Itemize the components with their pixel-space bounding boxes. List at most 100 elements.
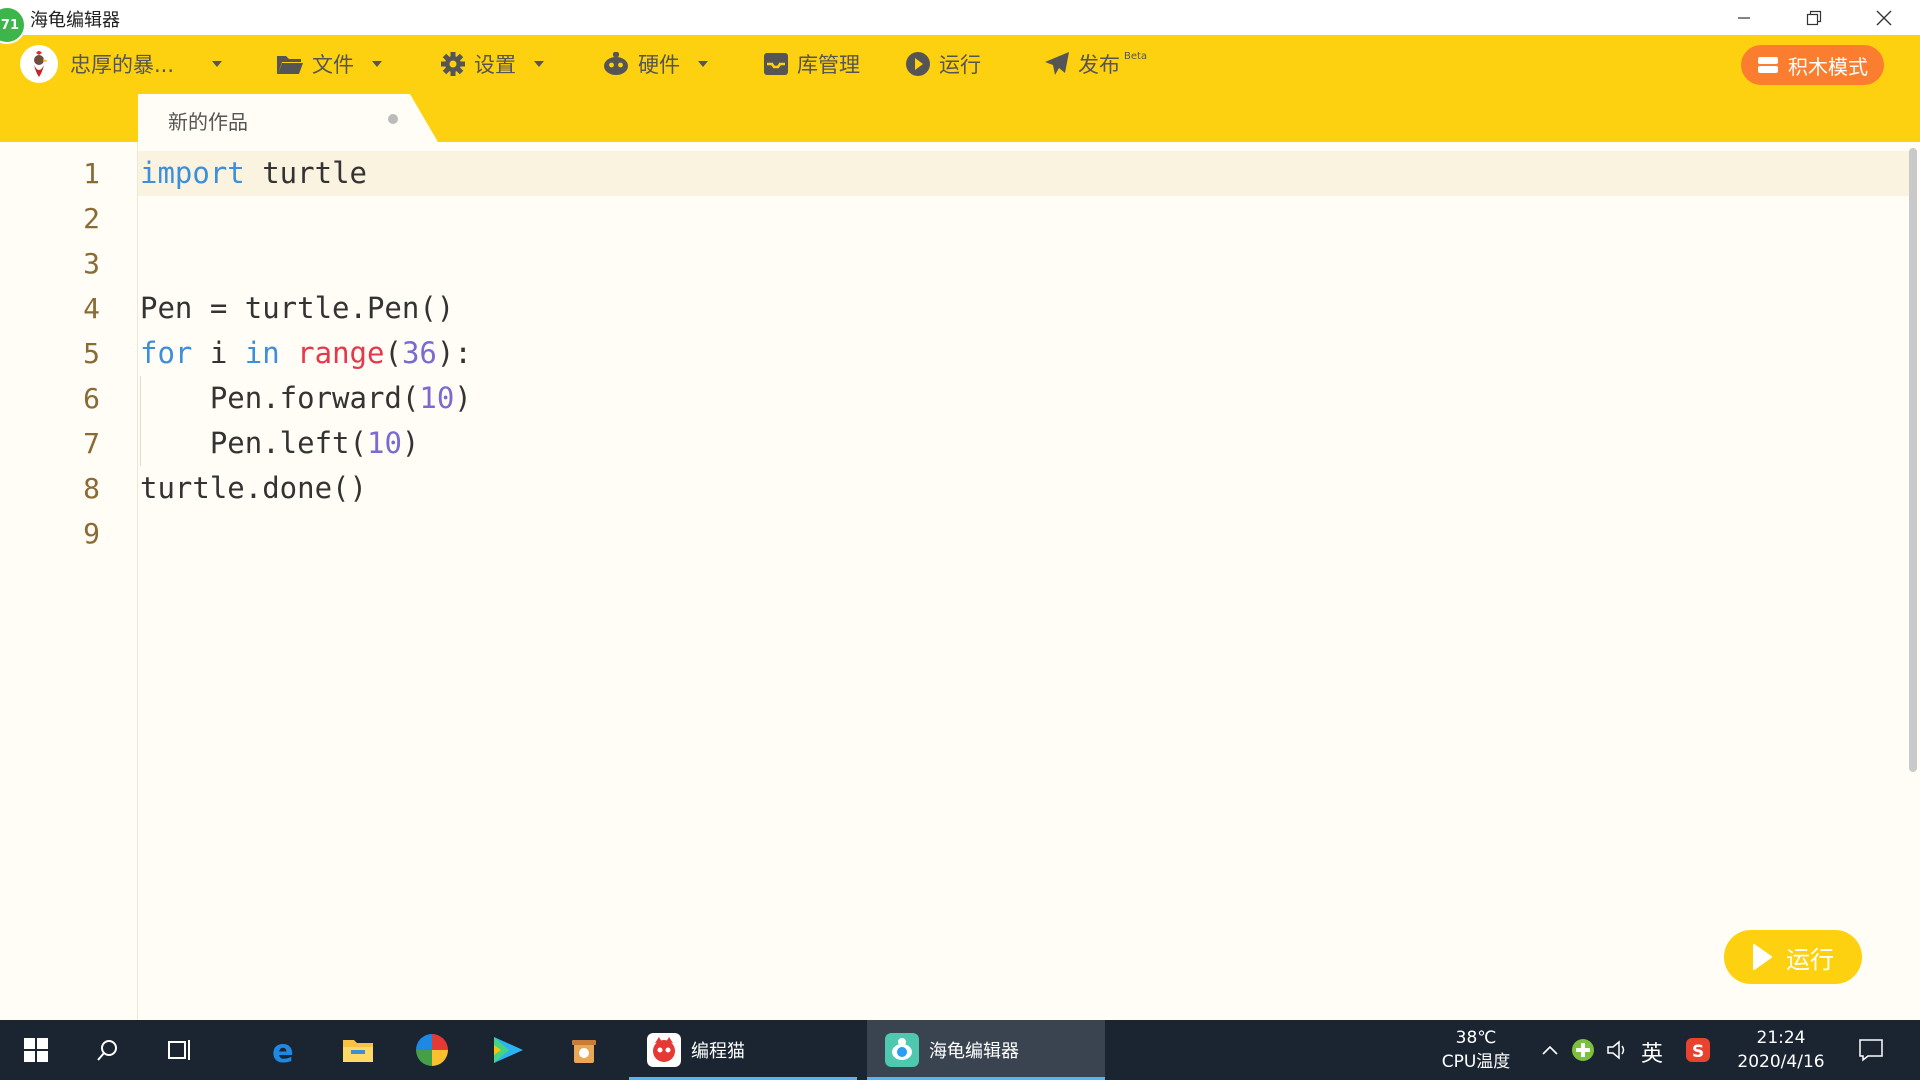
hardware-menu[interactable]: 硬件 (602, 48, 708, 80)
user-menu[interactable]: 忠厚的暴... (70, 48, 223, 80)
paper-plane-icon (1045, 52, 1069, 75)
settings-menu-label: 设置 (474, 53, 516, 77)
cpu-temp-label: CPU温度 (1441, 1052, 1511, 1072)
windows-taskbar: e 编程猫 海龟编辑器 38℃ CPU温度 英 S 21:24 2020/4/1… (0, 1020, 1920, 1080)
taskbar-explorer[interactable] (338, 1030, 378, 1070)
taskbar-app-label: 编程猫 (691, 1041, 745, 1062)
code-token: Pen.forward( (140, 381, 420, 415)
tab-new-project[interactable]: 新的作品 (138, 94, 438, 142)
windows-logo-icon (24, 1038, 48, 1062)
blocks-icon (1758, 57, 1778, 73)
library-manager-button[interactable]: 库管理 (763, 48, 860, 80)
recycle-bin-app-icon (572, 1040, 596, 1063)
tray-app-plus[interactable] (1563, 1030, 1603, 1070)
code-token: 36 (401, 336, 437, 370)
taskbar-app-label: 海龟编辑器 (929, 1041, 1019, 1062)
minimize-button[interactable] (1709, 0, 1779, 35)
action-center-button[interactable] (1851, 1030, 1891, 1070)
run-button[interactable]: 运行 (1724, 930, 1862, 984)
play-icon (1753, 944, 1772, 970)
pinwheel-app-icon (416, 1034, 448, 1066)
block-mode-label: 积木模式 (1788, 54, 1868, 79)
taskbar-video-player[interactable] (488, 1030, 528, 1070)
window-title: 海龟编辑器 (30, 10, 120, 31)
clock-date: 2020/4/16 (1737, 1052, 1825, 1072)
line-number: 9 (83, 517, 100, 550)
code-token: for (140, 336, 193, 370)
taskbar-search-button[interactable] (88, 1030, 128, 1070)
start-button[interactable] (16, 1030, 56, 1070)
sogou-icon: S (1686, 1038, 1710, 1062)
chevron-down-icon (534, 61, 544, 67)
user-name: 忠厚的暴... (70, 53, 175, 77)
code-token: 10 (366, 426, 402, 460)
code-line[interactable]: Pen.forward(10) (140, 376, 472, 421)
taskbar-edge[interactable]: e (265, 1030, 305, 1070)
beta-tag: Beta (1124, 50, 1148, 62)
line-number: 4 (83, 292, 100, 325)
line-number-gutter: 1 2 3 4 5 6 7 8 9 (0, 142, 138, 1020)
svg-text:S: S (1692, 1042, 1704, 1062)
code-line[interactable]: import turtle (140, 151, 367, 196)
cpu-temperature[interactable]: 38℃ CPU温度 (1436, 1026, 1516, 1074)
publish-button[interactable]: 发布 Beta (1044, 48, 1147, 80)
code-token: in (244, 336, 280, 370)
chevron-down-icon (698, 61, 708, 67)
green-plus-icon (1572, 1039, 1594, 1061)
code-token: range (297, 336, 385, 370)
video-player-icon (494, 1037, 523, 1063)
input-method-indicator[interactable]: 英 (1641, 1036, 1663, 1068)
restore-button[interactable] (1779, 0, 1849, 35)
close-button[interactable] (1849, 0, 1919, 35)
code-token: ) (401, 426, 420, 460)
folder-icon (277, 56, 303, 74)
folder-icon (343, 1040, 373, 1062)
close-icon (1876, 10, 1892, 25)
vertical-scrollbar[interactable] (1909, 148, 1917, 772)
taskbar-app-turtle-editor[interactable]: 海龟编辑器 (867, 1020, 1105, 1080)
code-line[interactable]: for i in range(36): (140, 331, 472, 376)
active-line-highlight (138, 151, 1910, 196)
turtle-editor-icon (885, 1033, 919, 1067)
taskbar-recycle-app[interactable] (564, 1030, 604, 1070)
edge-browser-icon: e (272, 1035, 294, 1065)
block-mode-button[interactable]: 积木模式 (1741, 45, 1884, 85)
file-menu[interactable]: 文件 (276, 48, 382, 80)
minimize-icon (1738, 16, 1750, 19)
code-editor[interactable]: 1 2 3 4 5 6 7 8 9 import turtle Pen = turtle.Pen(… (0, 142, 1920, 1020)
speaker-icon (1607, 1040, 1625, 1060)
settings-menu[interactable]: 设置 (440, 48, 544, 80)
code-token: ( (384, 336, 402, 370)
code-token: import (140, 156, 245, 190)
line-number: 6 (83, 382, 100, 415)
system-clock[interactable]: 21:24 2020/4/16 (1726, 1026, 1836, 1074)
task-view-button[interactable] (160, 1030, 200, 1070)
chevron-up-icon (1542, 1045, 1558, 1055)
code-token: ): (436, 336, 472, 370)
main-toolbar: 忠厚的暴... 文件 设置 硬件 库管理 运行 发布 Beta 积木模式 新的作… (0, 35, 1920, 142)
sogou-ime-button[interactable]: S (1678, 1030, 1718, 1070)
gear-icon (441, 52, 465, 76)
title-bar: 71 海龟编辑器 (0, 0, 1920, 44)
user-avatar[interactable] (20, 45, 58, 83)
svg-text:e: e (272, 1035, 294, 1065)
line-number: 8 (83, 472, 100, 505)
code-token: Pen = turtle.Pen() (140, 291, 455, 325)
toolbar-run-label: 运行 (939, 53, 981, 77)
line-number: 2 (83, 202, 100, 235)
code-line[interactable]: Pen.left(10) (140, 421, 420, 466)
line-number: 3 (83, 247, 100, 280)
code-line[interactable]: Pen = turtle.Pen() (140, 286, 454, 331)
hardware-menu-label: 硬件 (638, 53, 680, 77)
line-number: 7 (83, 427, 100, 460)
hardware-robot-icon (604, 52, 628, 75)
rooster-avatar-icon (34, 51, 48, 77)
task-view-icon (168, 1040, 190, 1060)
taskbar-app-pinwheel[interactable] (412, 1030, 452, 1070)
toolbar-run-button[interactable]: 运行 (905, 48, 981, 80)
play-circle-icon (906, 52, 930, 76)
code-line[interactable]: turtle.done() (140, 466, 367, 511)
taskbar-app-codemao[interactable]: 编程猫 (629, 1020, 857, 1080)
volume-button[interactable] (1598, 1030, 1638, 1070)
